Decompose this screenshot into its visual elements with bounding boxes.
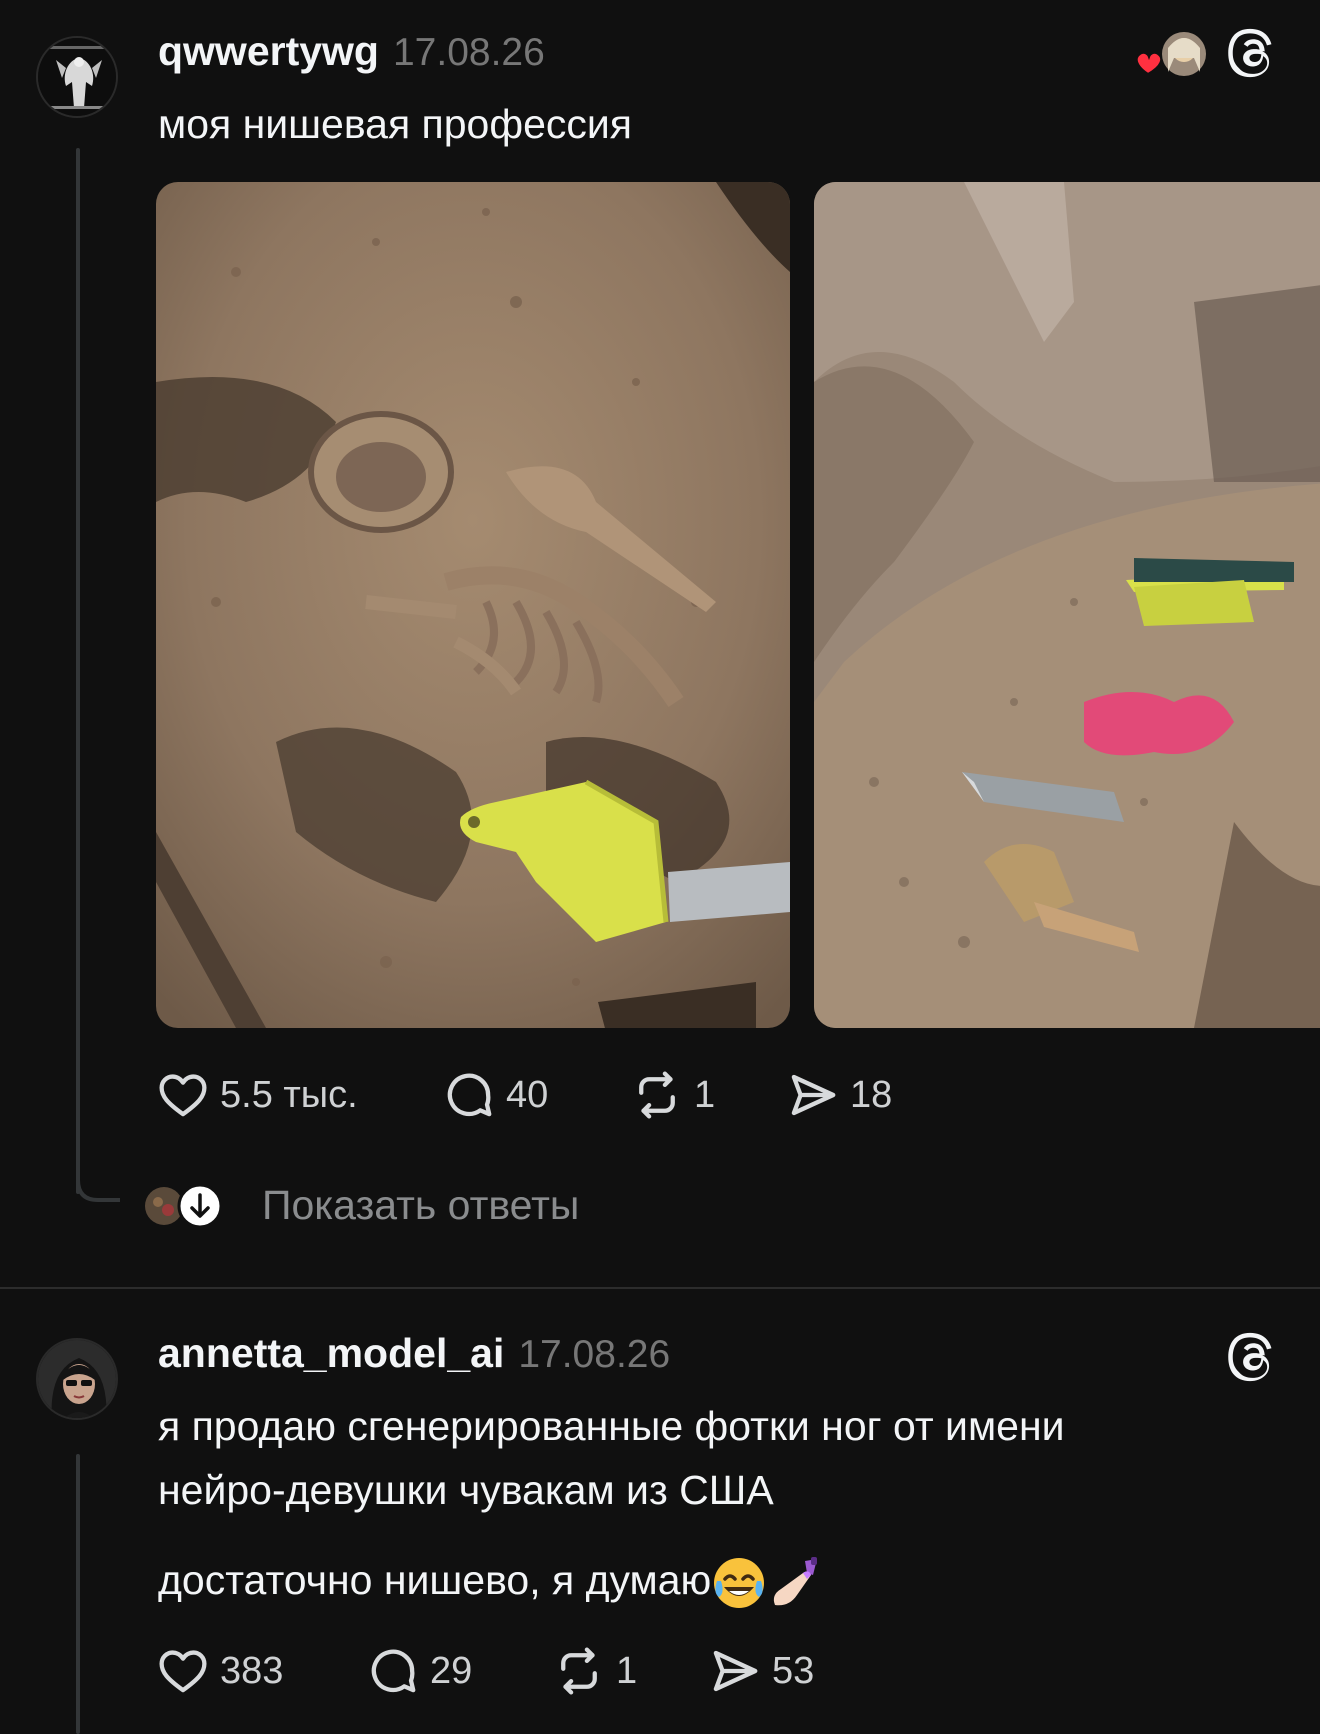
post-text-line: достаточно нишево, я думаю bbox=[158, 1557, 712, 1603]
post-text: моя нишевая профессия bbox=[158, 101, 632, 147]
nail-polish-emoji-icon bbox=[774, 1557, 818, 1606]
username[interactable]: annetta_model_ai bbox=[158, 1330, 504, 1377]
show-replies-link[interactable]: Показать ответы bbox=[262, 1182, 579, 1229]
comment-button[interactable]: 29 bbox=[366, 1644, 552, 1698]
post-text-line: нейро-девушки чувакам из США bbox=[158, 1467, 774, 1513]
threads-logo-icon[interactable] bbox=[1226, 1330, 1280, 1384]
repost-count: 1 bbox=[616, 1649, 638, 1692]
post-text: я продаю сгенерированные фотки ног от им… bbox=[158, 1394, 1064, 1612]
share-icon bbox=[791, 1074, 836, 1116]
like-button[interactable]: 5.5 тыс. bbox=[156, 1068, 442, 1122]
like-count: 5.5 тыс. bbox=[220, 1073, 358, 1116]
post-header: qwwertywg 17.08.26 bbox=[158, 28, 545, 75]
share-button[interactable]: 53 bbox=[708, 1644, 814, 1698]
share-button[interactable]: 18 bbox=[786, 1068, 892, 1122]
excavation-tools-image bbox=[814, 182, 1320, 1028]
repost-icon bbox=[639, 1071, 675, 1119]
comment-icon bbox=[447, 1073, 492, 1117]
post-text-line: я продаю сгенерированные фотки ног от им… bbox=[158, 1403, 1065, 1449]
like-count: 383 bbox=[220, 1649, 284, 1692]
photo-skeleton[interactable] bbox=[156, 182, 790, 1028]
thread-line bbox=[76, 148, 80, 1194]
tears-of-joy-emoji-icon bbox=[714, 1558, 765, 1609]
reply-avatars bbox=[145, 1183, 223, 1228]
post-annetta_model_ai: annetta_model_ai 17.08.26 я продаю сгене… bbox=[0, 1288, 1320, 1734]
repost-icon bbox=[561, 1647, 597, 1695]
share-count: 53 bbox=[772, 1649, 815, 1692]
angel-statue-avatar-image bbox=[38, 38, 116, 116]
heart-icon bbox=[159, 1650, 207, 1693]
post-actions: 5.5 тыс. 40 1 18 bbox=[156, 1068, 892, 1122]
girl-avatar-image bbox=[38, 1340, 116, 1418]
avatar-qwwertywg[interactable] bbox=[36, 36, 118, 118]
comment-icon bbox=[371, 1649, 416, 1693]
liked-by-indicator[interactable] bbox=[1134, 28, 1206, 82]
like-button[interactable]: 383 bbox=[156, 1644, 366, 1698]
heart-icon bbox=[159, 1074, 207, 1117]
username[interactable]: qwwertywg bbox=[158, 28, 379, 75]
thread-line bbox=[76, 1454, 80, 1734]
avatar-annetta_model_ai[interactable] bbox=[36, 1338, 118, 1420]
comment-count: 40 bbox=[506, 1073, 549, 1116]
repost-button[interactable]: 1 bbox=[552, 1644, 708, 1698]
show-replies-row[interactable]: Показать ответы bbox=[144, 1182, 579, 1229]
share-count: 18 bbox=[850, 1073, 893, 1116]
heart-icon bbox=[1135, 51, 1163, 76]
timestamp: 17.08.26 bbox=[392, 31, 545, 74]
photo-tools[interactable] bbox=[814, 182, 1320, 1028]
repost-count: 1 bbox=[694, 1073, 716, 1116]
post-qwwertywg: qwwertywg 17.08.26 моя нишевая профессия bbox=[0, 0, 1320, 1288]
post-text-paragraph: достаточно нишево, я думаю bbox=[158, 1548, 1064, 1612]
comment-button[interactable]: 40 bbox=[442, 1068, 630, 1122]
skeleton-excavation-image bbox=[156, 182, 790, 1028]
liked-by-avatar bbox=[1135, 32, 1206, 76]
threads-logo-icon[interactable] bbox=[1226, 26, 1280, 80]
comment-count: 29 bbox=[430, 1649, 473, 1692]
post-header: annetta_model_ai 17.08.26 bbox=[158, 1330, 670, 1377]
thread-line-curve bbox=[76, 1150, 120, 1202]
timestamp: 17.08.26 bbox=[518, 1333, 671, 1376]
repost-button[interactable]: 1 bbox=[630, 1068, 786, 1122]
share-icon bbox=[713, 1650, 758, 1692]
post-actions: 383 29 1 53 bbox=[156, 1644, 814, 1698]
